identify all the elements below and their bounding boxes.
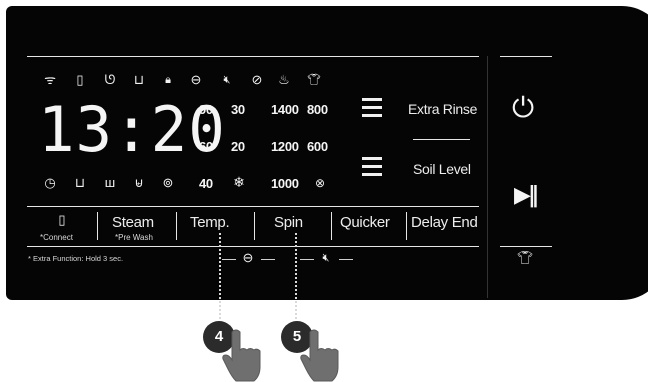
mute-hold-icon: 🔇︎ (322, 252, 330, 264)
temp-90: 90 (199, 102, 213, 117)
spin-600: 600 (307, 139, 328, 154)
delay-end-label: Delay End (411, 214, 478, 231)
temp-20: 20 (231, 139, 245, 154)
temp-30: 30 (231, 102, 245, 117)
steam-sublabel: *Pre Wash (115, 233, 153, 242)
spin-callout-line (295, 233, 297, 323)
button-divider-1 (97, 212, 98, 240)
spin-1400: 1400 (271, 102, 299, 117)
delay-icon: ◷ (44, 175, 56, 190)
prewash-stage-icon: ⊔ (74, 175, 86, 190)
prewash-icon: ᘎ (104, 72, 116, 87)
extra-rinse-label: Extra Rinse (408, 101, 478, 117)
shirt-plus-icon[interactable]: 👕︎ (517, 250, 534, 266)
mute-icon: 🔇︎ (223, 74, 231, 86)
delay-timer-icon: ⊘ (251, 72, 263, 87)
connect-sublabel: *Connect (40, 233, 73, 242)
time-display: 13:20 (38, 93, 226, 166)
button-divider-4 (331, 212, 332, 240)
bottom-divider (27, 206, 479, 207)
right-bottom-line (500, 246, 552, 247)
start-pause-button[interactable]: ▶‖ (514, 183, 539, 209)
drum-hold-icon: ⊖ (242, 250, 254, 265)
hold-line-left-2 (300, 259, 314, 260)
extra-function-note: * Extra Function: Hold 3 sec. (28, 254, 124, 263)
child-lock-icon: 🔒︎ (165, 74, 171, 86)
hold-line-left (222, 259, 236, 260)
phone-connect-icon: ▯ (58, 212, 66, 227)
temp-label: Temp. (190, 214, 230, 231)
options-divider (413, 139, 470, 140)
button-divider-5 (406, 212, 407, 240)
wash-icon: ⊔ (133, 72, 145, 87)
soil-level-label: Soil Level (413, 161, 471, 177)
temp-40: 40 (199, 176, 213, 191)
soil-level-bars (362, 157, 382, 181)
button-row-underline (27, 246, 479, 247)
button-divider-2 (176, 212, 177, 240)
steam-label: Steam (112, 214, 154, 231)
temp-callout-line (219, 233, 221, 323)
temp-button[interactable]: Temp. (186, 212, 246, 240)
cold-wash-icon: ❄ (233, 174, 245, 190)
button-divider-3 (254, 212, 255, 240)
rinse-stage-icon: ⊌ (134, 175, 144, 190)
drum-hold-indicator: ⊖ (222, 250, 282, 266)
temp-60: 60 (199, 139, 213, 154)
pointing-hand-icon (222, 329, 261, 382)
steam-icon: ♨ (278, 72, 290, 87)
main-wash-stage-icon: ш (104, 175, 116, 190)
right-top-line (500, 56, 552, 57)
spin-1200: 1200 (271, 139, 299, 154)
spin-stage-icon: ⊚ (162, 175, 174, 190)
pointing-hand-icon-2 (300, 329, 339, 382)
shirt-icon: 👕︎ (307, 74, 321, 86)
hold-line-right (261, 259, 275, 260)
mute-hold-indicator: 🔇︎ (300, 250, 360, 266)
spin-label: Spin (274, 214, 303, 231)
no-spin-icon: ⊗ (314, 176, 326, 190)
drum-icon: ⊖ (190, 72, 202, 87)
quicker-button[interactable]: Quicker (336, 212, 400, 240)
connect-button[interactable]: ▯ *Connect (36, 212, 88, 244)
power-button[interactable]: ⏻ (512, 93, 534, 123)
steam-button[interactable]: Steam *Pre Wash (108, 212, 168, 244)
spin-button[interactable]: Spin (264, 212, 324, 240)
hold-line-right-2 (339, 259, 353, 260)
delay-end-button[interactable]: Delay End (410, 212, 480, 240)
spin-800: 800 (307, 102, 328, 117)
extra-rinse-level-bars (362, 98, 382, 122)
phone-icon: ▯ (76, 72, 84, 87)
quicker-label: Quicker (340, 214, 390, 231)
wifi-icon: ᯤ (44, 72, 56, 87)
top-divider (27, 56, 479, 57)
right-panel-divider (487, 56, 488, 298)
spin-1000: 1000 (271, 176, 299, 191)
